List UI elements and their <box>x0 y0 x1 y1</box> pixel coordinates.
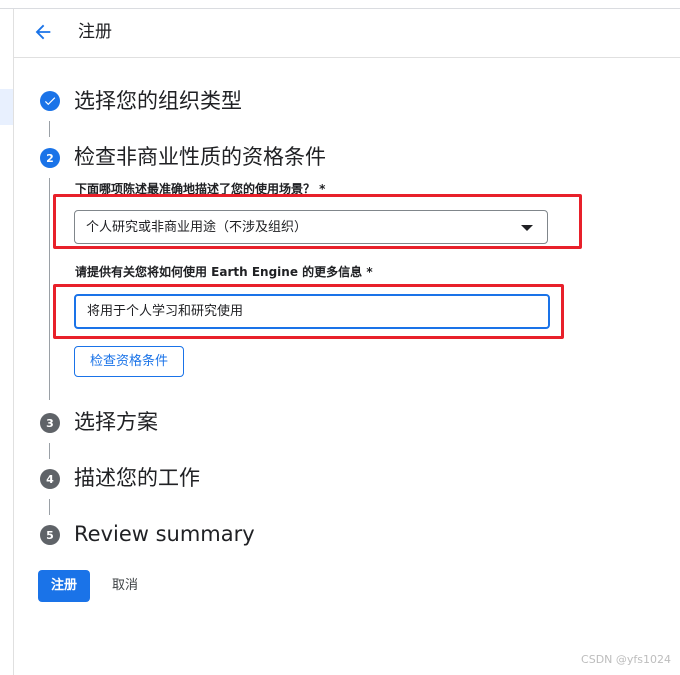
step-3-number: 3 <box>40 413 60 433</box>
arrow-back-icon[interactable] <box>32 21 54 43</box>
step-4-number: 4 <box>40 469 60 489</box>
sidebar-active-indicator <box>0 89 13 125</box>
page-header: 注册 <box>14 9 680 58</box>
step-3-title: 选择方案 <box>74 410 158 434</box>
details-field-label: 请提供有关您将如何使用 Earth Engine 的更多信息 * <box>75 265 373 279</box>
left-divider <box>13 9 14 675</box>
annotation-frame <box>53 194 582 249</box>
step-1-check-icon <box>40 91 60 111</box>
cancel-button[interactable]: 取消 <box>104 570 146 602</box>
step-connector <box>49 499 50 515</box>
step-2-number: 2 <box>40 148 60 168</box>
step-connector <box>49 178 50 400</box>
step-2-title: 检查非商业性质的资格条件 <box>74 145 326 169</box>
step-5-number: 5 <box>40 525 60 545</box>
step-4-title: 描述您的工作 <box>74 466 200 490</box>
page-title: 注册 <box>78 22 112 42</box>
step-connector <box>49 121 50 137</box>
step-5-title: Review summary <box>74 522 255 546</box>
watermark: CSDN @yfs1024 <box>581 653 671 666</box>
check-eligibility-button[interactable]: 检查资格条件 <box>74 346 184 377</box>
registration-page: 注册 选择您的组织类型 2 检查非商业性质的资格条件 下面哪项陈述最准确地描述了… <box>0 0 680 675</box>
step-connector <box>49 443 50 459</box>
annotation-frame <box>53 284 564 339</box>
register-button[interactable]: 注册 <box>38 570 90 602</box>
step-1-title[interactable]: 选择您的组织类型 <box>74 88 242 114</box>
